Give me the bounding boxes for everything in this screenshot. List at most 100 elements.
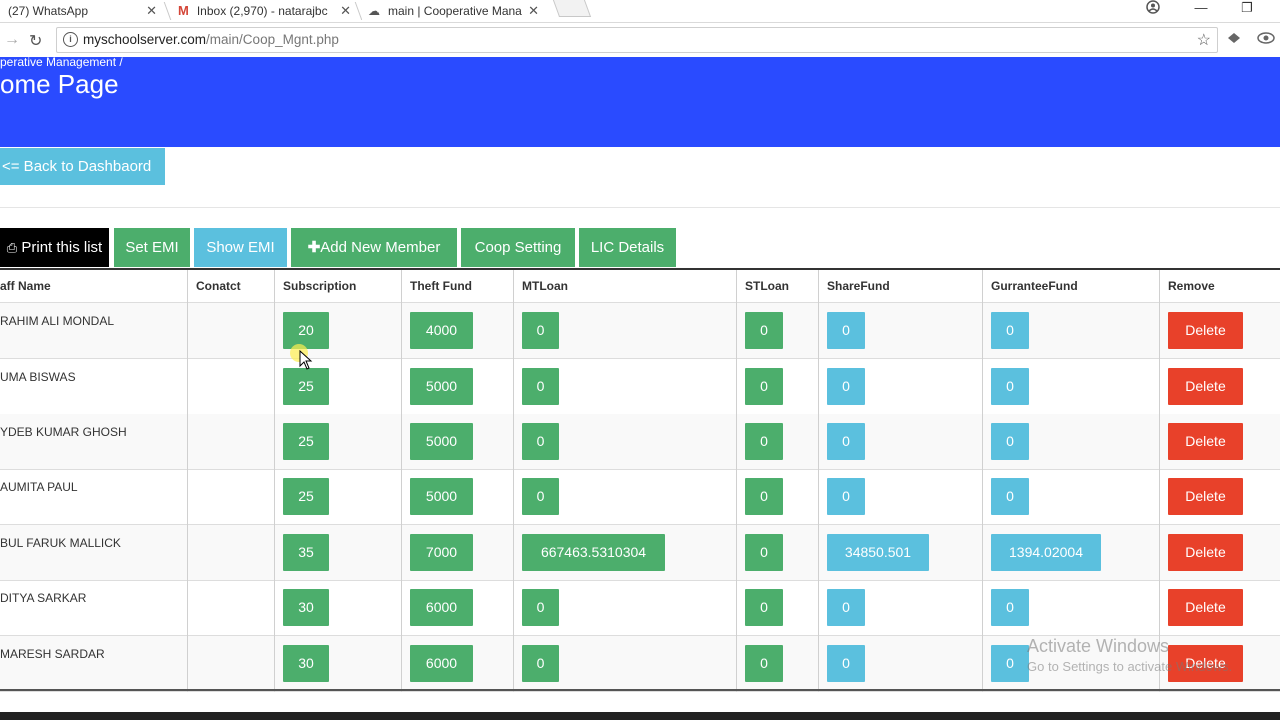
extension-icon[interactable] <box>1226 30 1242 51</box>
back-to-dashboard-button[interactable]: <= Back to Dashbaord <box>0 148 165 185</box>
members-table: aff Name Conatct Subscription Theft Fund… <box>0 268 1280 692</box>
mouse-cursor-icon <box>299 349 313 375</box>
sharefund-button[interactable]: 0 <box>827 478 865 515</box>
stloan-button[interactable]: 0 <box>745 423 783 460</box>
tab-label: main | Cooperative Mana <box>388 3 522 18</box>
column-divider <box>187 270 188 692</box>
subscription-button[interactable]: 30 <box>283 645 329 682</box>
subscription-button[interactable]: 35 <box>283 534 329 571</box>
eye-extension-icon[interactable] <box>1257 30 1275 51</box>
guaranteefund-button[interactable]: 0 <box>991 589 1029 626</box>
delete-button[interactable]: Delete <box>1168 368 1243 405</box>
table-bottom-border <box>0 689 1280 691</box>
close-icon[interactable]: ✕ <box>146 3 157 19</box>
table-row: AUMITA PAUL 25 5000 0 0 0 0 Delete <box>0 469 1280 525</box>
guaranteefund-button[interactable]: 0 <box>991 423 1029 460</box>
print-label: Print this list <box>21 239 103 256</box>
column-divider <box>401 270 402 692</box>
mtloan-button[interactable]: 0 <box>522 368 559 405</box>
guaranteefund-button[interactable]: 1394.02004 <box>991 534 1101 571</box>
guaranteefund-button[interactable]: 0 <box>991 645 1029 682</box>
theft-fund-button[interactable]: 6000 <box>410 645 473 682</box>
col-staff-name: aff Name <box>0 279 51 293</box>
tab-cooperative-management[interactable]: ☁ main | Cooperative Mana ✕ <box>362 0 547 21</box>
print-icon: ⎙ <box>6 240 18 255</box>
guaranteefund-button[interactable]: 0 <box>991 478 1029 515</box>
stloan-button[interactable]: 0 <box>745 534 783 571</box>
subscription-button[interactable]: 25 <box>283 423 329 460</box>
sharefund-button[interactable]: 0 <box>827 423 865 460</box>
delete-button[interactable]: Delete <box>1168 478 1243 515</box>
table-row: UMA BISWAS 25 5000 0 0 0 0 Delete <box>0 359 1280 415</box>
mtloan-button[interactable]: 0 <box>522 589 559 626</box>
guaranteefund-button[interactable]: 0 <box>991 368 1029 405</box>
mtloan-button[interactable]: 667463.5310304 <box>522 534 665 571</box>
minimize-icon[interactable]: — <box>1192 0 1210 15</box>
close-icon[interactable]: ✕ <box>340 3 351 19</box>
url-host: myschoolserver.com <box>83 32 207 47</box>
activation-watermark: Activate Windows Go to Settings to activ… <box>1027 636 1232 674</box>
profile-icon[interactable] <box>1144 0 1162 14</box>
reload-icon[interactable]: ↻ <box>29 31 42 51</box>
forward-arrow-icon[interactable]: → <box>4 31 20 49</box>
member-name: UMA BISWAS <box>0 370 76 384</box>
new-tab-button[interactable] <box>552 0 592 17</box>
url-path: /main/Coop_Mgnt.php <box>206 32 339 47</box>
col-stloan: STLoan <box>745 279 789 293</box>
mtloan-button[interactable]: 0 <box>522 645 559 682</box>
stloan-button[interactable]: 0 <box>745 368 783 405</box>
print-list-button[interactable]: ⎙ Print this list <box>0 228 109 267</box>
close-icon[interactable]: ✕ <box>528 3 539 19</box>
stloan-button[interactable]: 0 <box>745 589 783 626</box>
theft-fund-button[interactable]: 4000 <box>410 312 473 349</box>
col-mtloan: MTLoan <box>522 279 568 293</box>
breadcrumb[interactable]: perative Management / <box>0 55 123 69</box>
delete-button[interactable]: Delete <box>1168 589 1243 626</box>
col-subscription: Subscription <box>283 279 357 293</box>
delete-button[interactable]: Delete <box>1168 423 1243 460</box>
tab-whatsapp[interactable]: (27) WhatsApp ✕ <box>0 0 165 21</box>
column-divider <box>513 270 514 692</box>
mtloan-button[interactable]: 0 <box>522 423 559 460</box>
gmail-icon: M <box>178 3 189 18</box>
table-header: aff Name Conatct Subscription Theft Fund… <box>0 270 1280 303</box>
add-new-member-button[interactable]: ✚Add New Member <box>291 228 457 267</box>
sharefund-button[interactable]: 0 <box>827 589 865 626</box>
page-header-banner: perative Management / ome Page <box>0 55 1280 147</box>
bookmark-star-icon[interactable]: ☆ <box>1197 30 1211 50</box>
mtloan-button[interactable]: 0 <box>522 478 559 515</box>
stloan-button[interactable]: 0 <box>745 645 783 682</box>
restore-icon[interactable]: ❐ <box>1238 0 1256 15</box>
guaranteefund-button[interactable]: 0 <box>991 312 1029 349</box>
mtloan-button[interactable]: 0 <box>522 312 559 349</box>
sharefund-button[interactable]: 0 <box>827 368 865 405</box>
col-sharefund: ShareFund <box>827 279 890 293</box>
show-emi-button[interactable]: Show EMI <box>194 228 287 267</box>
set-emi-button[interactable]: Set EMI <box>114 228 190 267</box>
theft-fund-button[interactable]: 5000 <box>410 478 473 515</box>
sharefund-button[interactable]: 0 <box>827 312 865 349</box>
col-contact: Conatct <box>196 279 241 293</box>
delete-button[interactable]: Delete <box>1168 312 1243 349</box>
cloud-icon: ☁ <box>368 3 380 18</box>
subscription-button[interactable]: 30 <box>283 589 329 626</box>
lic-details-button[interactable]: LIC Details <box>579 228 676 267</box>
theft-fund-button[interactable]: 6000 <box>410 589 473 626</box>
coop-setting-button[interactable]: Coop Setting <box>461 228 575 267</box>
sharefund-button[interactable]: 34850.501 <box>827 534 929 571</box>
delete-button[interactable]: Delete <box>1168 534 1243 571</box>
address-bar-row: → ↻ i myschoolserver.com/main/Coop_Mgnt.… <box>0 23 1280 57</box>
stloan-button[interactable]: 0 <box>745 312 783 349</box>
theft-fund-button[interactable]: 5000 <box>410 423 473 460</box>
url-bar[interactable]: i myschoolserver.com/main/Coop_Mgnt.php … <box>56 27 1218 53</box>
subscription-button[interactable]: 20 <box>283 312 329 349</box>
tab-gmail-inbox[interactable]: M Inbox (2,970) - natarajbc ✕ <box>172 0 357 21</box>
sharefund-button[interactable]: 0 <box>827 645 865 682</box>
stloan-button[interactable]: 0 <box>745 478 783 515</box>
page-title: ome Page <box>0 69 119 99</box>
subscription-button[interactable]: 25 <box>283 478 329 515</box>
theft-fund-button[interactable]: 5000 <box>410 368 473 405</box>
info-icon[interactable]: i <box>63 32 78 47</box>
theft-fund-button[interactable]: 7000 <box>410 534 473 571</box>
add-member-label: Add New Member <box>320 239 441 256</box>
